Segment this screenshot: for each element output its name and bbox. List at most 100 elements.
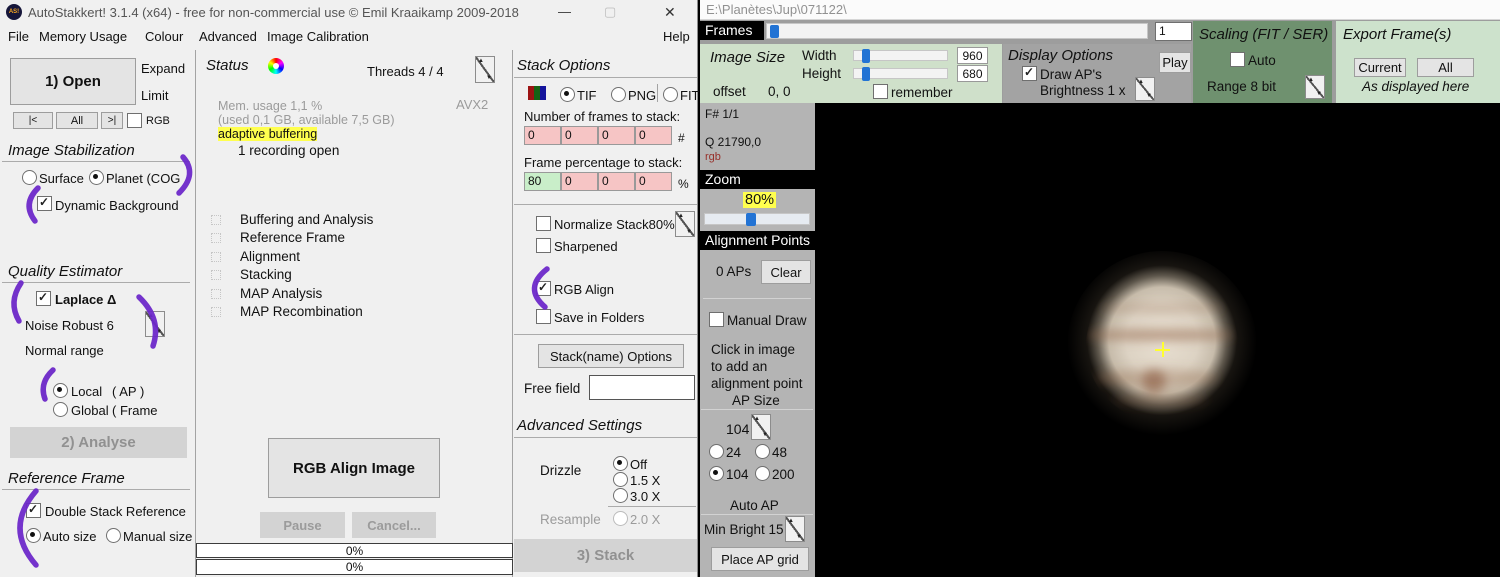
normal-range-label: Normal range <box>25 343 104 358</box>
drizzle-15x-radio[interactable] <box>613 472 628 487</box>
clear-aps-button[interactable]: Clear <box>761 260 811 284</box>
planet-cog-radio[interactable] <box>89 170 104 185</box>
zoom-section-header: Zoom <box>700 170 815 189</box>
zoom-slider[interactable] <box>704 213 810 226</box>
percent-field-2[interactable]: 0 <box>561 172 598 191</box>
percent-field-1[interactable]: 80 <box>524 172 561 191</box>
global-label: Global <box>71 403 109 418</box>
surface-radio[interactable] <box>22 170 37 185</box>
menu-colour[interactable]: Colour <box>145 29 183 44</box>
normalize-stack-checkbox[interactable] <box>536 216 551 231</box>
percent-field-4[interactable]: 0 <box>635 172 672 191</box>
divider <box>514 334 697 335</box>
place-ap-grid-button[interactable]: Place AP grid <box>711 547 809 571</box>
width-value-field[interactable]: 960 <box>957 47 988 64</box>
height-slider-handle[interactable] <box>862 67 870 81</box>
rgb-align-checkbox[interactable] <box>536 280 551 296</box>
brightness-spinner[interactable] <box>1135 77 1155 101</box>
menu-file[interactable]: File <box>8 29 29 44</box>
frames-field-1[interactable]: 0 <box>524 126 561 145</box>
free-field-input[interactable] <box>589 375 695 400</box>
auto-size-radio[interactable] <box>26 528 41 543</box>
ap-size-spinner[interactable] <box>751 414 771 440</box>
frames-field-3[interactable]: 0 <box>598 126 635 145</box>
maximize-icon[interactable]: ▢ <box>604 4 616 20</box>
stackname-options-button[interactable]: Stack(name) Options <box>538 344 684 368</box>
first-frame-button[interactable]: |< <box>13 112 53 129</box>
scaling-auto-checkbox[interactable] <box>1230 52 1245 67</box>
menu-help[interactable]: Help <box>663 29 690 44</box>
global-radio[interactable] <box>53 402 68 417</box>
menu-bar: File Memory Usage Colour Advanced Image … <box>0 25 698 48</box>
ap-size-200-radio[interactable] <box>755 466 770 481</box>
reference-frame-title: Reference Frame <box>8 470 125 487</box>
threads-spinner[interactable] <box>475 56 495 83</box>
minimize-icon[interactable]: — <box>558 4 571 19</box>
autostakkert-window: AS! AutoStakkert! 3.1.4 (x64) - free for… <box>0 0 700 577</box>
drizzle-label: Drizzle <box>540 463 582 478</box>
frames-field-4[interactable]: 0 <box>635 126 672 145</box>
ap-size-104-radio[interactable] <box>709 466 724 481</box>
frame-number-field[interactable]: 1 <box>1155 22 1192 41</box>
frame-info: F# 1/1 <box>705 107 740 121</box>
all-frames-button[interactable]: All <box>56 112 98 129</box>
divider <box>514 437 697 438</box>
menu-advanced[interactable]: Advanced <box>199 29 257 44</box>
export-all-button[interactable]: All <box>1417 58 1474 77</box>
ap-size-48-radio[interactable] <box>755 444 770 459</box>
drizzle-30x-radio[interactable] <box>613 488 628 503</box>
draw-aps-checkbox[interactable] <box>1022 65 1037 81</box>
height-slider[interactable] <box>853 67 948 81</box>
ap-size-24-radio[interactable] <box>709 444 724 459</box>
height-value-field[interactable]: 680 <box>957 65 988 82</box>
save-in-folders-checkbox[interactable] <box>536 309 551 324</box>
open-button[interactable]: 1) Open <box>10 58 136 105</box>
pause-button[interactable]: Pause <box>260 512 345 538</box>
export-current-button[interactable]: Current <box>1354 58 1406 77</box>
percent-field-3[interactable]: 0 <box>598 172 635 191</box>
zoom-slider-handle[interactable] <box>746 213 756 226</box>
double-stack-checkbox[interactable] <box>26 502 41 518</box>
scaling-title: Scaling (FIT / SER) <box>1199 26 1329 43</box>
frames-slider-handle[interactable] <box>770 25 779 38</box>
play-button[interactable]: Play <box>1159 52 1191 73</box>
width-slider[interactable] <box>853 49 948 63</box>
export-frames-panel: Export Frame(s) Current All As displayed… <box>1336 21 1500 103</box>
width-slider-handle[interactable] <box>862 49 870 63</box>
normalize-spinner[interactable] <box>675 211 695 237</box>
memory-usage-line1: Mem. usage 1,1 % <box>218 99 323 113</box>
title-bar: AS! AutoStakkert! 3.1.4 (x64) - free for… <box>0 0 698 25</box>
tif-radio[interactable] <box>560 87 575 102</box>
min-bright-spinner[interactable] <box>785 516 805 542</box>
last-frame-button[interactable]: >| <box>101 112 123 129</box>
laplace-checkbox[interactable] <box>36 290 51 306</box>
frames-field-2[interactable]: 0 <box>561 126 598 145</box>
manual-draw-checkbox[interactable] <box>709 312 724 327</box>
close-icon[interactable]: ✕ <box>664 4 676 21</box>
expand-option[interactable]: Expand <box>141 61 185 76</box>
stack-button[interactable]: 3) Stack <box>514 539 697 572</box>
progress-bar-1: 0% <box>196 543 513 558</box>
range-spinner[interactable] <box>1305 75 1325 99</box>
sharpened-checkbox[interactable] <box>536 238 551 253</box>
cancel-button[interactable]: Cancel... <box>352 512 436 538</box>
frames-slider[interactable] <box>766 23 1148 39</box>
analyse-button[interactable]: 2) Analyse <box>10 427 187 458</box>
drizzle-off-label: Off <box>630 457 648 472</box>
divider <box>2 489 190 490</box>
rgb-align-image-button[interactable]: RGB Align Image <box>268 438 440 498</box>
rgb-checkbox[interactable] <box>127 113 142 128</box>
noise-robust-spinner[interactable] <box>145 311 165 337</box>
dynamic-background-checkbox[interactable] <box>37 195 52 211</box>
limit-option[interactable]: Limit <box>141 88 168 103</box>
offset-label: offset <box>713 84 746 99</box>
local-radio[interactable] <box>53 383 68 398</box>
png-radio[interactable] <box>611 87 626 102</box>
menu-memory-usage[interactable]: Memory Usage <box>39 29 127 44</box>
remember-checkbox[interactable] <box>873 84 888 99</box>
drizzle-off-radio[interactable] <box>613 456 628 471</box>
fit-radio[interactable] <box>663 87 678 102</box>
menu-image-calibration[interactable]: Image Calibration <box>267 29 369 44</box>
manual-size-radio[interactable] <box>106 528 121 543</box>
resample-20x-radio[interactable] <box>613 511 628 526</box>
